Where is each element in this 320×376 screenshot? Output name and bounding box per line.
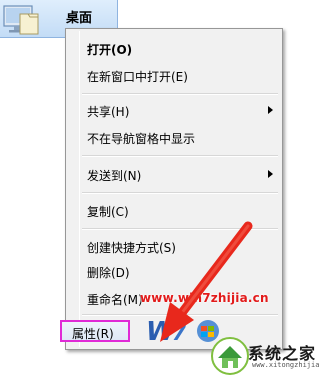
menu-separator: [82, 155, 278, 157]
desktop-folder-icon: [3, 5, 39, 35]
submenu-arrow-icon: [268, 106, 273, 114]
menu-item-label: 不在导航窗格中显示: [87, 132, 196, 146]
menu-item-label: 删除(D): [87, 266, 130, 280]
menu-item-send-to[interactable]: 发送到(N): [69, 163, 281, 185]
menu-separator: [82, 93, 278, 95]
menu-item-create-shortcut[interactable]: 创建快捷方式(S): [69, 235, 281, 257]
menu-item-label: 发送到(N): [87, 169, 142, 183]
menu-item-open-new-window[interactable]: 在新窗口中打开(E): [69, 64, 281, 86]
watermark-url: www.win7zhijia.cn: [140, 291, 269, 305]
svg-text:7: 7: [172, 321, 186, 345]
brand-url: www.xitongzhijia.net: [252, 361, 320, 369]
brand-watermark: 系统之家 www.xitongzhijia.net: [208, 334, 320, 376]
menu-item-label: 属性(R): [72, 327, 114, 341]
menu-item-label: 打开(O): [87, 43, 133, 57]
menu-item-hide-in-nav[interactable]: 不在导航窗格中显示: [69, 126, 281, 148]
menu-item-label: 重命名(M): [87, 293, 143, 307]
menu-item-label: 共享(H): [87, 105, 130, 119]
menu-item-label: 复制(C): [87, 205, 129, 219]
menu-separator: [82, 192, 278, 194]
menu-item-properties[interactable]: 属性(R): [60, 320, 130, 342]
submenu-arrow-icon: [268, 170, 273, 178]
menu-item-label: 在新窗口中打开(E): [87, 70, 188, 84]
menu-item-open[interactable]: 打开(O): [69, 37, 281, 59]
menu-item-label: 创建快捷方式(S): [87, 241, 176, 255]
brand-house-icon: [211, 337, 249, 375]
menu-separator: [82, 228, 278, 230]
menu-item-share[interactable]: 共享(H): [69, 99, 281, 121]
menu-item-delete[interactable]: 删除(D): [69, 260, 281, 282]
menu-item-copy[interactable]: 复制(C): [69, 199, 281, 221]
desktop-item-label: 桌面: [66, 11, 93, 26]
